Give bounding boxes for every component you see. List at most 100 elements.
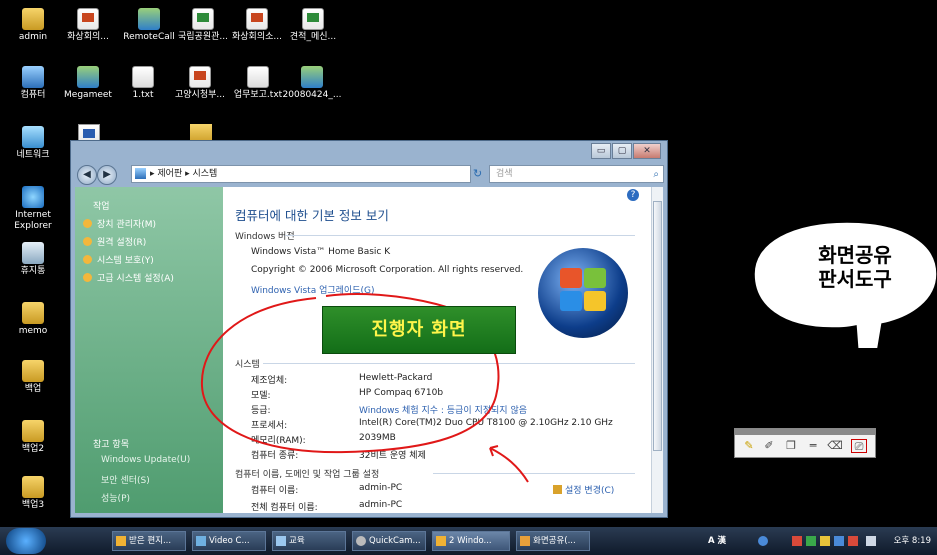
taskbar: 받은 편지... Video C... 교육 QuickCam... 2 Win…	[0, 527, 937, 555]
desktop-icon-backup2[interactable]: 백업2	[2, 420, 64, 455]
clock[interactable]: 오후 8:19	[894, 531, 931, 551]
maximize-button[interactable]: ▢	[612, 143, 632, 159]
network-icon	[22, 126, 44, 148]
spreadsheet-icon	[192, 8, 214, 30]
desktop-icon-label: 컴퓨터	[20, 90, 46, 100]
eraser-icon[interactable]: ⌫	[827, 439, 843, 453]
copy-icon[interactable]: ❐	[783, 439, 799, 453]
line-icon[interactable]: ═	[805, 439, 821, 453]
desktop-icon-label: Internet Explorer	[14, 210, 52, 231]
desktop-icon-memo[interactable]: memo	[2, 302, 64, 337]
taskbar-item-label: 2 Windo...	[449, 536, 492, 546]
desktop-icon-20080424[interactable]: 20080424_...	[281, 66, 343, 101]
sidebar-item-system-protection[interactable]: 시스템 보호(Y)	[83, 253, 154, 266]
search-placeholder: 검색	[496, 169, 513, 179]
desktop-icon-admin[interactable]: admin	[2, 8, 64, 43]
taskbar-item-education[interactable]: 교육	[272, 531, 346, 551]
search-input[interactable]: 검색 ⌕	[489, 165, 664, 183]
forward-button[interactable]: ▶	[97, 165, 117, 185]
scrollbar-thumb[interactable]	[653, 201, 662, 451]
desktop-icon-label: 백업2	[21, 444, 45, 454]
tray-icon[interactable]	[834, 536, 844, 546]
sidebar-link-windows-update[interactable]: Windows Update(U)	[101, 455, 190, 465]
back-button[interactable]: ◀	[77, 165, 97, 185]
logo-flag-blue	[560, 291, 582, 311]
system-tray: A 漢 오후 8:19	[690, 531, 937, 551]
highlighter-icon[interactable]: ✐	[761, 439, 777, 453]
desktop-icon-label: 국립공원관...	[178, 32, 228, 42]
desktop-icon-ie[interactable]: Internet Explorer	[2, 186, 64, 232]
ime-indicator[interactable]: A 漢	[708, 531, 726, 551]
desktop-icon-label: 휴지통	[20, 266, 46, 276]
megameet-icon	[77, 66, 99, 88]
start-button[interactable]	[6, 528, 46, 554]
desktop-icon-network[interactable]: 네트워크	[2, 126, 64, 161]
education-icon	[276, 536, 286, 546]
desktop-icon-hwasang2[interactable]: 화상회의소...	[226, 8, 288, 43]
window-titlebar[interactable]: ▭ ▢ ✕	[71, 141, 667, 161]
help-icon[interactable]: ?	[627, 189, 639, 201]
desktop-icon-park[interactable]: 국립공원관...	[172, 8, 234, 43]
callout-text: 화면공유 판서도구	[780, 244, 930, 292]
close-button[interactable]: ✕	[633, 143, 661, 159]
logo-flag-yellow	[584, 291, 606, 311]
pen-icon[interactable]: ✎	[741, 439, 757, 453]
desktop-icon-backup[interactable]: 백업	[2, 360, 64, 395]
refresh-icon[interactable]: ↻	[473, 165, 487, 183]
sidebar-link-security-center[interactable]: 보안 센터(S)	[101, 473, 150, 486]
screen-share-icon	[520, 536, 530, 546]
tray-icon[interactable]	[806, 536, 816, 546]
taskbar-item-quickcam[interactable]: QuickCam...	[352, 531, 426, 551]
desktop-icon-goyang[interactable]: 고양시청부...	[169, 66, 231, 101]
sidebar-item-label: 고급 시스템 설정(A)	[97, 274, 174, 284]
desktop-icon-label: 견적_메신...	[289, 32, 337, 42]
volume-icon[interactable]	[866, 536, 876, 546]
taskbar-item-label: 받은 편지...	[129, 536, 172, 546]
quickcam-icon	[356, 536, 366, 546]
desktop-icon-label: 1.txt	[132, 90, 154, 100]
computer-icon	[135, 168, 146, 179]
taskbar-item-video[interactable]: Video C...	[192, 531, 266, 551]
change-settings-link[interactable]: 설정 변경(C)	[553, 483, 614, 496]
taskbar-item-screen-share[interactable]: 화면공유(...	[516, 531, 590, 551]
windows-vista-logo	[538, 248, 628, 338]
tray-icon[interactable]	[820, 536, 830, 546]
sidebar-item-remote-settings[interactable]: 원격 설정(R)	[83, 235, 146, 248]
tray-icon[interactable]	[758, 536, 768, 546]
vertical-scrollbar[interactable]	[651, 187, 663, 513]
taskbar-item-mail[interactable]: 받은 편지...	[112, 531, 186, 551]
desktop-icon-label: 백업	[24, 384, 42, 394]
sidebar-item-label: 장치 관리자(M)	[97, 220, 157, 230]
taskbar-item-label: Video C...	[209, 536, 250, 546]
desktop-icon-label: 화상회의소...	[232, 32, 282, 42]
desktop-icon-label: 네트워크	[16, 150, 50, 160]
desktop-icon-recycle[interactable]: 휴지통	[2, 242, 64, 277]
desktop-icon-quote[interactable]: 견적_메신...	[282, 8, 344, 43]
computer-name-label: 컴퓨터 이름:	[251, 486, 299, 496]
annotation-toolbar: ✎ ✐ ❐ ═ ⌫ ⎚	[734, 428, 876, 458]
desktop-icon-label: 고양시청부...	[175, 90, 225, 100]
breadcrumb[interactable]: ▸ 제어판 ▸ 시스템	[131, 165, 471, 183]
minimize-button[interactable]: ▭	[591, 143, 611, 159]
desktop-icon-report[interactable]: 업무보고.txt	[227, 66, 289, 101]
desktop-icon-1txt[interactable]: 1.txt	[112, 66, 174, 101]
search-icon[interactable]: ⌕	[653, 167, 659, 183]
tray-icon[interactable]	[848, 536, 858, 546]
sidebar-item-device-manager[interactable]: 장치 관리자(M)	[83, 217, 156, 230]
taskbar-item-windows-group[interactable]: 2 Windo...	[432, 531, 510, 551]
toolbar-title-strip[interactable]	[735, 429, 875, 435]
sidebar-item-advanced-settings[interactable]: 고급 시스템 설정(A)	[83, 271, 174, 284]
tray-icon[interactable]	[792, 536, 802, 546]
breadcrumb-text: ▸ 제어판 ▸ 시스템	[150, 169, 218, 179]
desktop-icon-label: 화상회의...	[67, 32, 109, 42]
desktop-icon-hwasang1[interactable]: 화상회의...	[57, 8, 119, 43]
clear-icon[interactable]: ⎚	[851, 439, 867, 453]
desktop-icon-megameet[interactable]: Megameet	[57, 66, 119, 101]
desktop-icon-remotecall[interactable]: RemoteCall	[118, 8, 180, 43]
sidebar-item-label: 시스템 보호(Y)	[97, 256, 154, 266]
sidebar-link-performance[interactable]: 성능(P)	[101, 491, 130, 504]
desktop-icon-computer[interactable]: 컴퓨터	[2, 66, 64, 101]
desktop-icon-backup3[interactable]: 백업3	[2, 476, 64, 511]
shield-icon	[83, 219, 92, 228]
folder-icon	[22, 360, 44, 382]
